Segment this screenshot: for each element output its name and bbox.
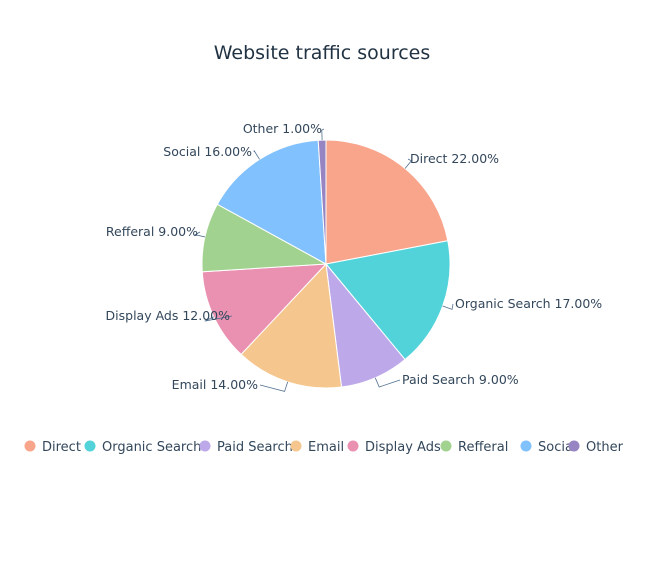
data-label-paid-search: Paid Search 9.00% (402, 372, 519, 387)
legend-label-paid-search: Paid Search (217, 440, 293, 455)
connector-organic-search (442, 303, 454, 310)
connector-email (259, 381, 289, 392)
data-label-email: Email 14.00% (172, 377, 258, 392)
connector-other (321, 128, 325, 141)
legend-label-organic-search: Organic Search (102, 440, 201, 455)
legend-marker-display-ads (347, 440, 359, 452)
legend-label-display-ads: Display Ads (365, 440, 441, 455)
connector-paid-search (374, 377, 401, 388)
legend: Direct Organic Search Paid Search Email Disp… (24, 440, 624, 455)
legend-marker-social (520, 440, 532, 452)
legend-item-display-ads[interactable]: Display Ads (347, 440, 441, 455)
data-label-other: Other 1.00% (243, 121, 322, 136)
legend-marker-paid-search (199, 440, 211, 452)
legend-label-other: Other (586, 440, 624, 455)
legend-marker-other (568, 440, 580, 452)
legend-item-paid-search[interactable]: Paid Search (199, 440, 293, 455)
legend-item-social[interactable]: Social (520, 440, 577, 455)
legend-label-refferal: Refferal (458, 440, 508, 455)
legend-marker-organic-search (84, 440, 96, 452)
data-label-display-ads: Display Ads 12.00% (106, 308, 231, 323)
data-label-social: Social 16.00% (163, 144, 252, 159)
chart-title: Website traffic sources (214, 42, 431, 64)
legend-item-direct[interactable]: Direct (24, 440, 81, 455)
pie-slices (201, 139, 451, 389)
legend-marker-email (290, 440, 302, 452)
legend-item-email[interactable]: Email (290, 440, 345, 455)
legend-item-other[interactable]: Other (568, 440, 624, 455)
legend-item-organic-search[interactable]: Organic Search (84, 440, 202, 455)
legend-marker-direct (24, 440, 36, 452)
data-label-organic-search: Organic Search 17.00% (455, 296, 602, 311)
pie-chart: Website traffic sources Direct 22.00% Org… (24, 42, 624, 455)
data-label-refferal: Refferal 9.00% (106, 224, 198, 239)
connector-social (253, 149, 260, 160)
legend-item-refferal[interactable]: Refferal (440, 440, 509, 455)
legend-label-email: Email (308, 440, 344, 455)
legend-label-direct: Direct (42, 440, 81, 455)
legend-marker-refferal (440, 440, 452, 452)
data-label-direct: Direct 22.00% (410, 151, 499, 166)
